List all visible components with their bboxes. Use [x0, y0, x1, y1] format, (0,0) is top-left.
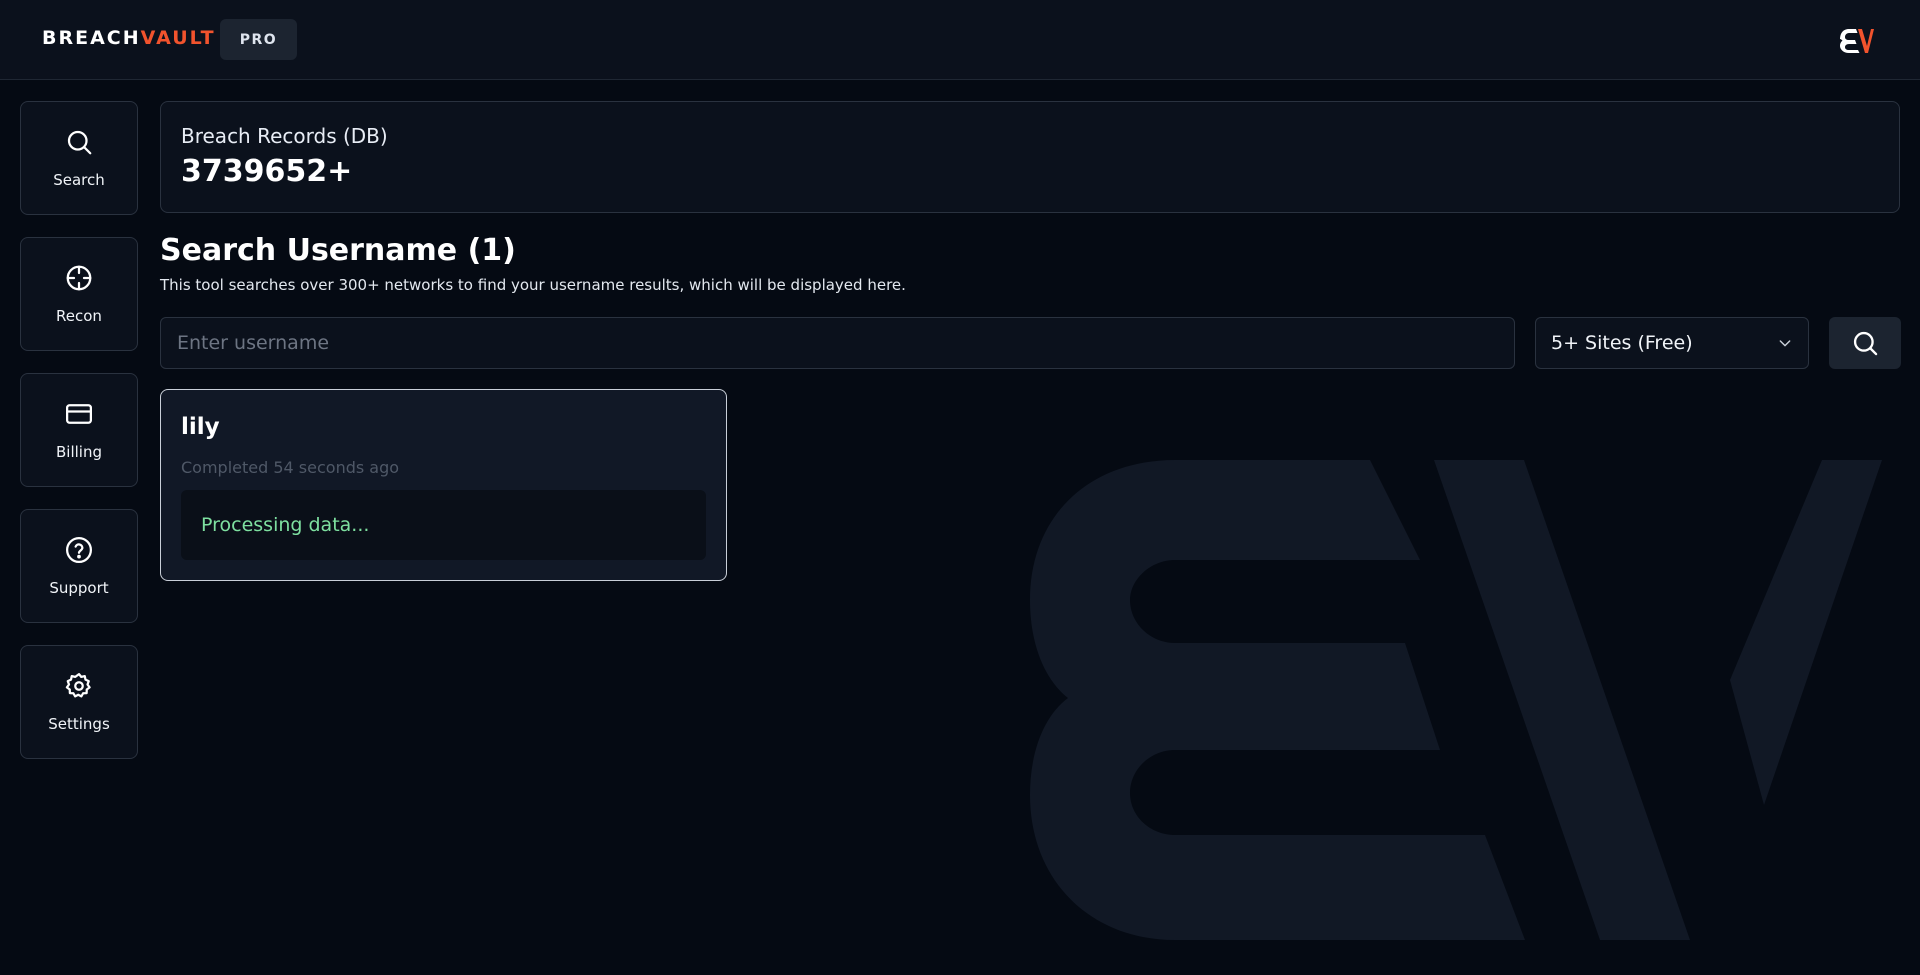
- sidebar-item-label: Support: [49, 579, 109, 597]
- result-status-text: Processing data...: [201, 514, 370, 536]
- sidebar-item-label: Billing: [56, 443, 102, 461]
- result-username: lily: [181, 414, 220, 440]
- sidebar-item-settings[interactable]: Settings: [20, 645, 138, 759]
- username-search-input[interactable]: [160, 317, 1515, 369]
- sidebar-item-support[interactable]: Support: [20, 509, 138, 623]
- sidebar-item-label: Settings: [48, 715, 110, 733]
- sidebar-item-label: Search: [53, 171, 105, 189]
- breach-records-stat-card: Breach Records (DB) 3739652+: [160, 101, 1900, 213]
- top-bar: BREACHVAULT PRO: [0, 0, 1920, 80]
- search-icon: [1853, 331, 1878, 356]
- user-avatar-ev-icon[interactable]: [1838, 26, 1874, 54]
- search-submit-button[interactable]: [1829, 317, 1901, 369]
- stat-value: 3739652+: [181, 154, 353, 189]
- sidebar-item-billing[interactable]: Billing: [20, 373, 138, 487]
- crosshair-icon: [66, 265, 92, 291]
- plan-badge[interactable]: PRO: [220, 19, 297, 60]
- sidebar-item-label: Recon: [56, 307, 102, 325]
- result-status-box: Processing data...: [181, 490, 706, 560]
- credit-card-icon: [66, 404, 92, 424]
- sites-tier-selected-value: 5+ Sites (Free): [1551, 332, 1693, 354]
- ev-watermark-logo: [1030, 460, 1882, 940]
- result-timestamp: Completed 54 seconds ago: [181, 458, 400, 477]
- chevron-down-icon: [1779, 340, 1791, 347]
- logo-text-main: BREACH: [42, 27, 141, 49]
- stat-label: Breach Records (DB): [181, 124, 388, 148]
- sites-tier-select[interactable]: 5+ Sites (Free): [1535, 317, 1809, 369]
- help-circle-icon: [66, 537, 92, 563]
- logo-text-accent: VAULT: [140, 27, 216, 49]
- page-description: This tool searches over 300+ networks to…: [160, 276, 906, 294]
- page-title: Search Username (1): [160, 233, 516, 268]
- brand-logo[interactable]: BREACHVAULT: [42, 27, 216, 49]
- search-icon: [67, 130, 92, 155]
- username-result-card[interactable]: lily Completed 54 seconds ago Processing…: [160, 389, 727, 581]
- sidebar-item-recon[interactable]: Recon: [20, 237, 138, 351]
- sidebar-item-search[interactable]: Search: [20, 101, 138, 215]
- gear-icon: [65, 673, 91, 698]
